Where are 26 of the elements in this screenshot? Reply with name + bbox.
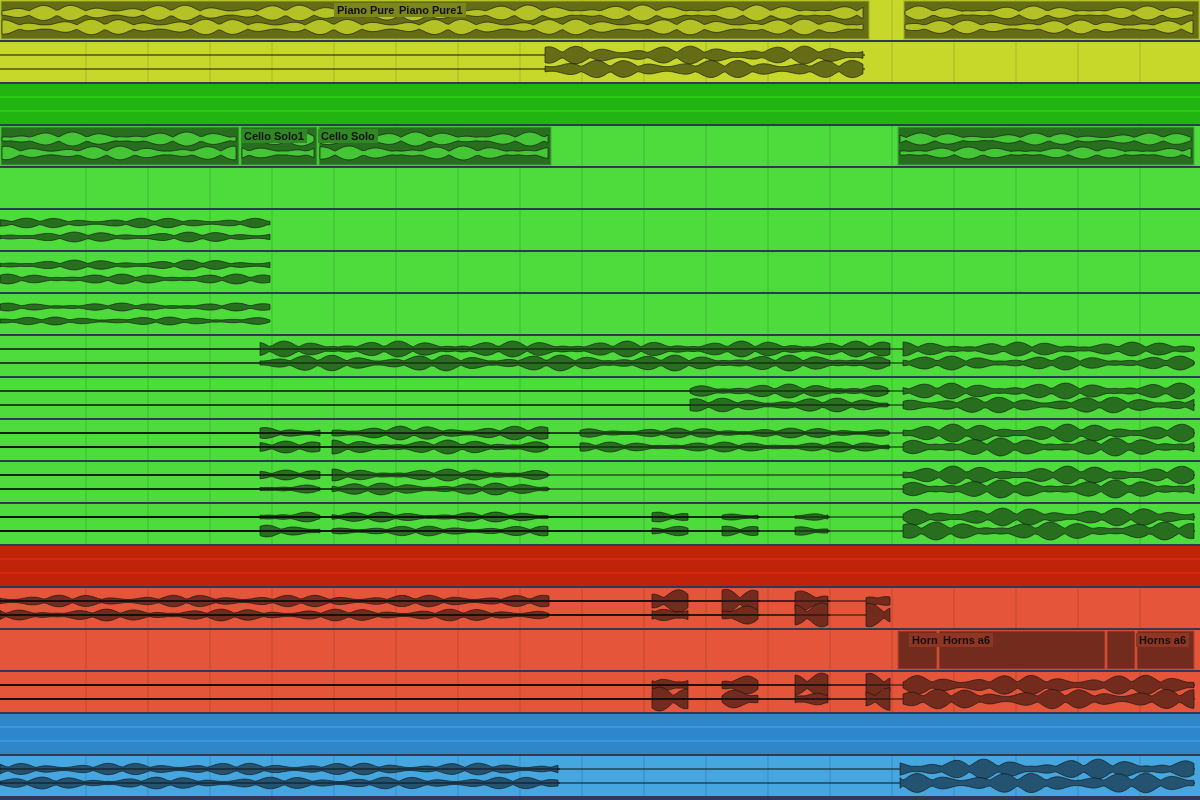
folder-track-lane[interactable] bbox=[0, 546, 1200, 586]
clip-label[interactable]: Horns a6 bbox=[940, 633, 994, 647]
folder-track-lane[interactable] bbox=[0, 714, 1200, 754]
clip-label[interactable]: Cello Solo1 bbox=[241, 129, 307, 143]
track-lane[interactable] bbox=[0, 588, 1200, 628]
audio-clip[interactable] bbox=[0, 0, 870, 40]
track-lane[interactable] bbox=[0, 168, 1200, 208]
clip-label[interactable]: Piano Pure1 bbox=[396, 3, 466, 17]
audio-clip[interactable] bbox=[0, 126, 240, 166]
clip-label[interactable]: Horn bbox=[909, 633, 941, 647]
audio-clip[interactable] bbox=[1106, 630, 1136, 670]
audio-clip[interactable] bbox=[938, 630, 1106, 670]
clip-label[interactable]: Cello Solo bbox=[318, 129, 378, 143]
track-lane[interactable] bbox=[0, 126, 1200, 166]
folder-track-lane[interactable] bbox=[0, 84, 1200, 124]
audio-clip[interactable] bbox=[903, 0, 1200, 40]
track-lane[interactable] bbox=[0, 210, 1200, 250]
track-lane[interactable] bbox=[0, 42, 1200, 82]
track-lane[interactable] bbox=[0, 630, 1200, 670]
clip-label[interactable]: Piano Pure bbox=[334, 3, 398, 17]
audio-clip[interactable] bbox=[897, 126, 1195, 166]
audio-clip[interactable] bbox=[318, 126, 552, 166]
track-lane[interactable] bbox=[0, 294, 1200, 334]
clip-label[interactable]: Horns a6 bbox=[1136, 633, 1190, 647]
track-lane[interactable] bbox=[0, 252, 1200, 292]
track-lane[interactable] bbox=[0, 0, 1200, 40]
